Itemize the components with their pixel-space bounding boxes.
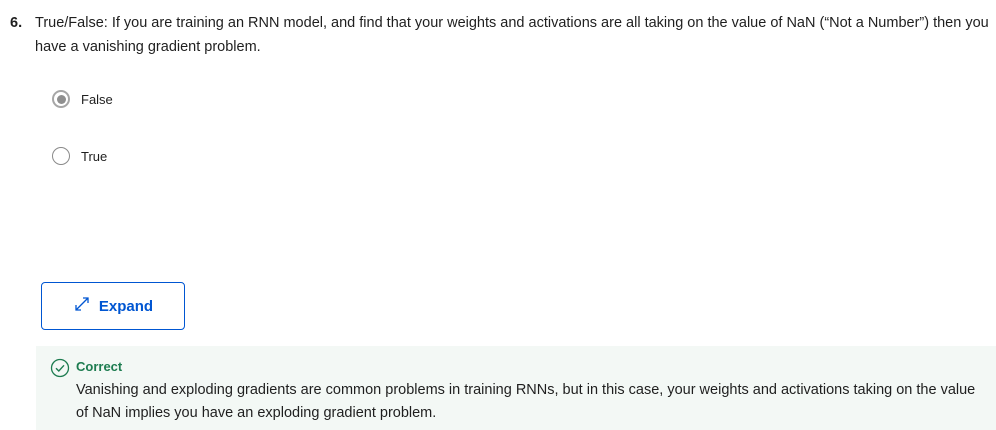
quiz-page: 6. True/False: If you are training an RN… <box>0 0 996 430</box>
option-label: False <box>81 91 113 107</box>
feedback-panel: Correct Vanishing and exploding gradient… <box>36 346 996 430</box>
check-circle-icon <box>50 358 70 383</box>
option-false[interactable]: False <box>52 90 113 108</box>
expand-button-label: Expand <box>98 297 154 315</box>
question: 6. True/False: If you are training an RN… <box>10 11 990 59</box>
option-label: True <box>81 148 108 164</box>
feedback-status: Correct <box>76 359 123 374</box>
expand-arrows-icon <box>73 295 91 317</box>
feedback-explanation: Vanishing and exploding gradients are co… <box>76 382 976 421</box>
expand-button[interactable]: Expand <box>41 282 185 330</box>
option-true[interactable]: True <box>52 147 107 165</box>
question-number: 6. <box>10 15 23 31</box>
radio-button[interactable] <box>52 147 70 165</box>
radio-button-selected[interactable] <box>52 90 70 108</box>
question-text: True/False: If you are training an RNN m… <box>35 15 989 55</box>
